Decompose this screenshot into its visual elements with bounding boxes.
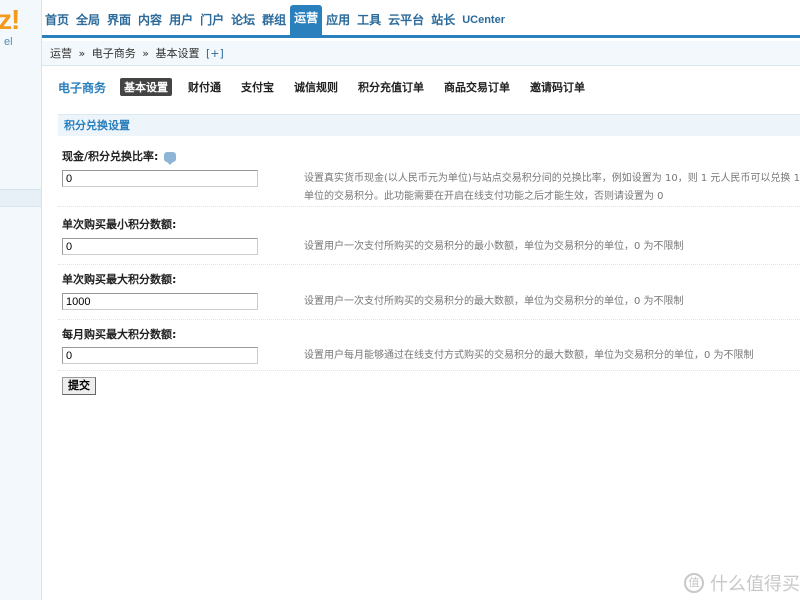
watermark-text: 什么值得买 xyxy=(710,574,800,595)
main-content: 电子商务 基本设置 财付通 支付宝 诚信规则 积分充值订单 商品交易订单 邀请码… xyxy=(42,66,800,600)
nav-apps[interactable]: 应用 xyxy=(323,9,353,35)
logo-subtitle: el xyxy=(4,36,13,48)
tab-credit-rules[interactable]: 诚信规则 xyxy=(290,78,342,96)
add-shortcut-button[interactable]: [+] xyxy=(206,47,224,60)
watermark-icon: 值 xyxy=(684,573,704,593)
row-divider xyxy=(58,206,800,207)
row-divider xyxy=(58,370,800,371)
nav-global[interactable]: 全局 xyxy=(73,9,103,35)
breadcrumb-separator: » xyxy=(78,47,86,60)
breadcrumb: 运营 » 电子商务 » 基本设置 [+] xyxy=(42,41,800,66)
form-row-exchange-rate: 现金/积分兑换比率: 设置真实货币现金(以人民币元为单位)与站点交易积分间的兑换… xyxy=(58,146,800,208)
field-description: 设置用户一次支付所购买的交易积分的最小数额，单位为交易积分的单位，0 为不限制 xyxy=(304,241,684,252)
breadcrumb-item-basic-settings: 基本设置 xyxy=(155,47,200,60)
nav-home[interactable]: 首页 xyxy=(42,9,72,35)
max-credits-monthly-input[interactable] xyxy=(62,347,258,364)
logo[interactable]: z! xyxy=(0,4,20,36)
breadcrumb-item-operations[interactable]: 运营 xyxy=(50,47,72,60)
sub-navigation: 电子商务 基本设置 财付通 支付宝 诚信规则 积分充值订单 商品交易订单 邀请码… xyxy=(58,78,601,96)
field-label: 单次购买最大积分数额: xyxy=(62,273,177,286)
form-row-max-credits-single: 单次购买最大积分数额: 设置用户一次支付所购买的交易积分的最大数额，单位为交易积… xyxy=(58,269,800,321)
field-description: 设置用户每月能够通过在线支付方式购买的交易积分的最大数额，单位为交易积分的单位，… xyxy=(304,350,754,361)
nav-webmaster[interactable]: 站长 xyxy=(428,9,458,35)
nav-portal[interactable]: 门户 xyxy=(197,9,227,35)
row-divider xyxy=(58,264,800,265)
tab-tenpay[interactable]: 财付通 xyxy=(184,78,225,96)
nav-users[interactable]: 用户 xyxy=(166,9,196,35)
max-credits-single-input[interactable] xyxy=(62,293,258,310)
breadcrumb-separator: » xyxy=(142,47,149,60)
nav-operations[interactable]: 运营 xyxy=(290,5,323,35)
field-description: 设置真实货币现金(以人民币元为单位)与站点交易积分间的兑换比率，例如设置为 10… xyxy=(304,173,800,202)
left-sidebar: z! el xyxy=(0,0,42,600)
exchange-rate-input[interactable] xyxy=(62,170,258,187)
tab-trade-orders[interactable]: 商品交易订单 xyxy=(440,78,514,96)
section-title: 电子商务 xyxy=(58,80,107,95)
tab-basic-settings[interactable]: 基本设置 xyxy=(120,78,173,96)
nav-groups[interactable]: 群组 xyxy=(259,9,289,35)
sidebar-active-item[interactable] xyxy=(0,189,41,207)
nav-ucenter[interactable]: UCenter xyxy=(459,9,508,35)
top-navigation: 首页 全局 界面 内容 用户 门户 论坛 群组 运营 应用 工具 云平台 站长 … xyxy=(42,0,800,38)
field-label: 每月购买最大积分数额: xyxy=(62,328,177,341)
form-row-max-credits-monthly: 每月购买最大积分数额: 设置用户每月能够通过在线支付方式购买的交易积分的最大数额… xyxy=(58,324,800,376)
tab-invite-code-orders[interactable]: 邀请码订单 xyxy=(526,78,589,96)
nav-forum[interactable]: 论坛 xyxy=(228,9,258,35)
row-divider xyxy=(58,319,800,320)
tab-alipay[interactable]: 支付宝 xyxy=(237,78,278,96)
watermark: 值 什么值得买 xyxy=(684,570,800,596)
nav-interface[interactable]: 界面 xyxy=(104,9,134,35)
field-label: 现金/积分兑换比率: xyxy=(62,148,177,165)
help-icon[interactable] xyxy=(164,152,177,165)
field-label: 单次购买最小积分数额: xyxy=(62,218,177,231)
form-row-min-credits: 单次购买最小积分数额: 设置用户一次支付所购买的交易积分的最小数额，单位为交易积… xyxy=(58,214,800,266)
nav-tools[interactable]: 工具 xyxy=(354,9,384,35)
submit-button[interactable]: 提交 xyxy=(62,377,96,395)
nav-cloud-platform[interactable]: 云平台 xyxy=(385,9,427,35)
nav-content[interactable]: 内容 xyxy=(135,9,165,35)
field-description: 设置用户一次支付所购买的交易积分的最大数额，单位为交易积分的单位，0 为不限制 xyxy=(304,296,684,307)
tab-credit-recharge-orders[interactable]: 积分充值订单 xyxy=(354,78,428,96)
min-credits-input[interactable] xyxy=(62,238,258,255)
breadcrumb-item-ecommerce[interactable]: 电子商务 xyxy=(92,47,136,60)
panel-title: 积分兑换设置 xyxy=(58,114,800,136)
